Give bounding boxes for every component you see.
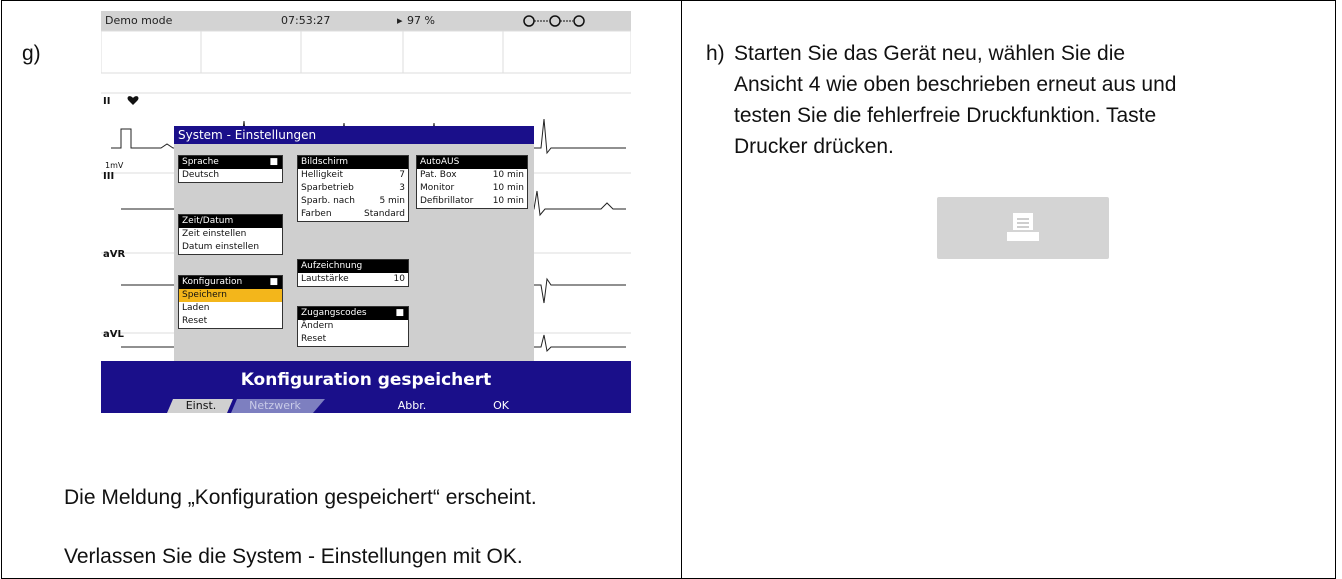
defibrillator-row[interactable]: Defibrillator 10 min	[417, 195, 527, 208]
step-label-g: g)	[22, 42, 41, 65]
autoaus-panel[interactable]: AutoAUS Pat. Box 10 min Monitor 10 min Def…	[416, 155, 528, 209]
helligkeit-row[interactable]: Helligkeit 7	[298, 169, 408, 182]
sprache-header: Sprache	[182, 157, 219, 167]
restart-instructions: Starten Sie das Gerät neu, wählen Sie di…	[734, 42, 1177, 158]
device-screenshot: Demo mode 07:53:27 ▸ 97 % II 1mV III aVR…	[101, 11, 631, 413]
lead-label-avl: aVL	[103, 329, 124, 340]
softkey-einst[interactable]: Einst.	[173, 399, 229, 413]
softkey-ok[interactable]: OK	[481, 399, 521, 413]
column-divider	[681, 0, 682, 579]
step-label-h: h)	[706, 42, 725, 65]
dialog-title: System - Einstellungen	[174, 126, 534, 144]
zugangscodes-header: Zugangscodes	[301, 308, 367, 318]
softkey-bar: Einst. Netzwerk Abbr. OK	[101, 399, 631, 413]
sprache-value[interactable]: Deutsch	[179, 169, 282, 182]
sparb-nach-row[interactable]: Sparb. nach 5 min	[298, 195, 408, 208]
zugangscodes-reset-item[interactable]: Reset	[298, 333, 408, 346]
lock-icon: ■	[395, 308, 404, 318]
pat-box-row[interactable]: Pat. Box 10 min	[417, 169, 527, 182]
aufzeichnung-header: Aufzeichnung	[298, 260, 408, 273]
lock-icon: ■	[269, 157, 278, 167]
laden-item[interactable]: Laden	[179, 302, 282, 315]
zugangscodes-panel[interactable]: Zugangscodes ■ Ändern Reset	[297, 306, 409, 347]
zeit-datum-panel[interactable]: Zeit/Datum Zeit einstellen Datum einstel…	[178, 214, 283, 255]
printer-button[interactable]	[937, 197, 1109, 259]
lock-icon: ■	[269, 277, 278, 287]
lautstaerke-row[interactable]: Lautstärke 10	[298, 273, 408, 286]
sprache-panel[interactable]: Sprache ■ Deutsch	[178, 155, 283, 183]
system-settings-dialog: System - Einstellungen Sprache ■ Deutsch …	[174, 126, 534, 361]
farben-row[interactable]: Farben Standard	[298, 208, 408, 221]
exit-instruction-text: Verlassen Sie die System - Einstellungen…	[64, 545, 523, 568]
printer-icon	[1007, 213, 1039, 241]
scale-label: 1mV	[105, 161, 124, 170]
sparbetrieb-row[interactable]: Sparbetrieb 3	[298, 182, 408, 195]
datum-einstellen-item[interactable]: Datum einstellen	[179, 241, 282, 254]
bildschirm-header: Bildschirm	[298, 156, 408, 169]
softkey-netzwerk[interactable]: Netzwerk	[235, 399, 315, 413]
zeit-header: Zeit/Datum	[179, 215, 282, 228]
speichern-item[interactable]: Speichern	[179, 289, 282, 302]
lead-label-ii: II	[103, 96, 111, 107]
aufzeichnung-panel[interactable]: Aufzeichnung Lautstärke 10	[297, 259, 409, 287]
autoaus-header: AutoAUS	[417, 156, 527, 169]
bildschirm-panel[interactable]: Bildschirm Helligkeit 7 Sparbetrieb 3 Spar…	[297, 155, 409, 222]
message-appears-text: Die Meldung „Konfiguration gespeichert“ …	[64, 486, 537, 509]
monitor-row[interactable]: Monitor 10 min	[417, 182, 527, 195]
confirmation-message: Konfiguration gespeichert	[101, 361, 631, 399]
konfiguration-panel[interactable]: Konfiguration ■ Speichern Laden Reset	[178, 275, 283, 329]
softkey-abbr[interactable]: Abbr.	[387, 399, 437, 413]
konfiguration-header: Konfiguration	[182, 277, 243, 287]
reset-item[interactable]: Reset	[179, 315, 282, 328]
zeit-einstellen-item[interactable]: Zeit einstellen	[179, 228, 282, 241]
aendern-item[interactable]: Ändern	[298, 320, 408, 333]
lead-label-iii: III	[103, 171, 115, 182]
lead-label-avr: aVR	[103, 249, 126, 260]
